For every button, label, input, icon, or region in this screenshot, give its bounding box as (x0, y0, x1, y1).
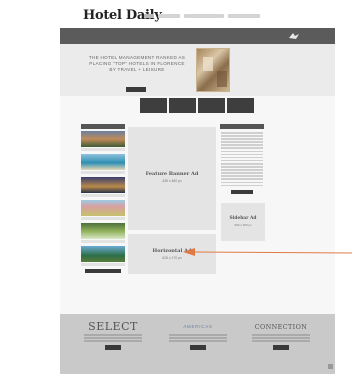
article-caption[interactable] (81, 148, 125, 151)
footer-brand: AMERICAS (163, 320, 233, 350)
article-thumbnail[interactable] (81, 200, 125, 216)
article-caption[interactable] (81, 240, 125, 243)
category-tile[interactable] (198, 98, 225, 113)
sidebar-article (220, 124, 264, 195)
category-tile[interactable] (169, 98, 196, 113)
footer-brand-logo[interactable]: CONNECTION (246, 320, 316, 334)
hero-headline: THE HOTEL MANAGEMENT RANKED AS PLACING "… (88, 55, 186, 72)
top-nav-item[interactable] (228, 14, 260, 18)
article-caption[interactable] (81, 194, 125, 197)
footer-brand-logo[interactable]: AMERICAS (163, 320, 233, 334)
top-nav-item[interactable] (184, 14, 224, 18)
footer-brand-button[interactable] (273, 344, 289, 350)
article-list-header (81, 124, 125, 129)
webpage-mockup: Hotel Daily THE HOTEL MANAGEMENT RANKED … (60, 2, 335, 374)
footer-brand: CONNECTION (246, 320, 316, 350)
sidebar-button[interactable] (231, 190, 253, 195)
promo-bar (60, 28, 335, 44)
sidebar-header (220, 124, 264, 129)
category-tile[interactable] (227, 98, 254, 113)
footer-brand-description (78, 334, 148, 342)
article-thumbnail[interactable] (81, 246, 125, 262)
footer-brand-logo[interactable]: SELECT (78, 320, 148, 334)
footer-brand-description (246, 334, 316, 342)
category-nav (140, 98, 254, 113)
hero-banner[interactable]: THE HOTEL MANAGEMENT RANKED AS PLACING "… (60, 44, 335, 96)
feature-banner-ad[interactable]: Feature Banner Ad 435 x 460 px (128, 127, 216, 230)
sidebar-ad-title: Sidebar Ad (229, 216, 257, 221)
feature-ad-size: 435 x 460 px (162, 179, 182, 183)
hero-image (196, 48, 230, 92)
article-list (81, 124, 125, 273)
horizontal-ad-size: 615 x 170 px (162, 256, 182, 260)
footer-brand: SELECT (78, 320, 148, 350)
article-caption[interactable] (81, 171, 125, 174)
top-nav-item[interactable] (144, 14, 154, 18)
feature-ad-title: Feature Banner Ad (145, 171, 199, 177)
category-tile[interactable] (140, 98, 167, 113)
bird-logo-icon (289, 33, 299, 39)
article-caption[interactable] (81, 217, 125, 220)
footer-brand-button[interactable] (190, 344, 206, 350)
footer-brand-description (163, 334, 233, 342)
sidebar-ad-size: 300 x 250 px (234, 222, 252, 227)
footer: SELECT AMERICAS CONNECTION (60, 314, 335, 374)
more-articles-button[interactable] (85, 269, 121, 273)
scroll-top-icon[interactable] (328, 364, 333, 369)
top-nav (144, 14, 260, 18)
masthead: Hotel Daily (60, 2, 335, 28)
top-nav-item[interactable] (158, 14, 180, 18)
article-thumbnail[interactable] (81, 131, 125, 147)
footer-brand-button[interactable] (105, 344, 121, 350)
sidebar-text-block (220, 132, 264, 187)
article-thumbnail[interactable] (81, 154, 125, 170)
hero-read-more-button[interactable] (126, 87, 146, 92)
article-thumbnail[interactable] (81, 223, 125, 239)
article-thumbnail[interactable] (81, 177, 125, 193)
horizontal-ad[interactable]: Horizontal Ad 615 x 170 px (128, 234, 216, 274)
sidebar-ad[interactable]: Sidebar Ad 300 x 250 px (221, 203, 265, 241)
article-caption[interactable] (81, 263, 125, 266)
horizontal-ad-title: Horizontal Ad (152, 248, 192, 254)
